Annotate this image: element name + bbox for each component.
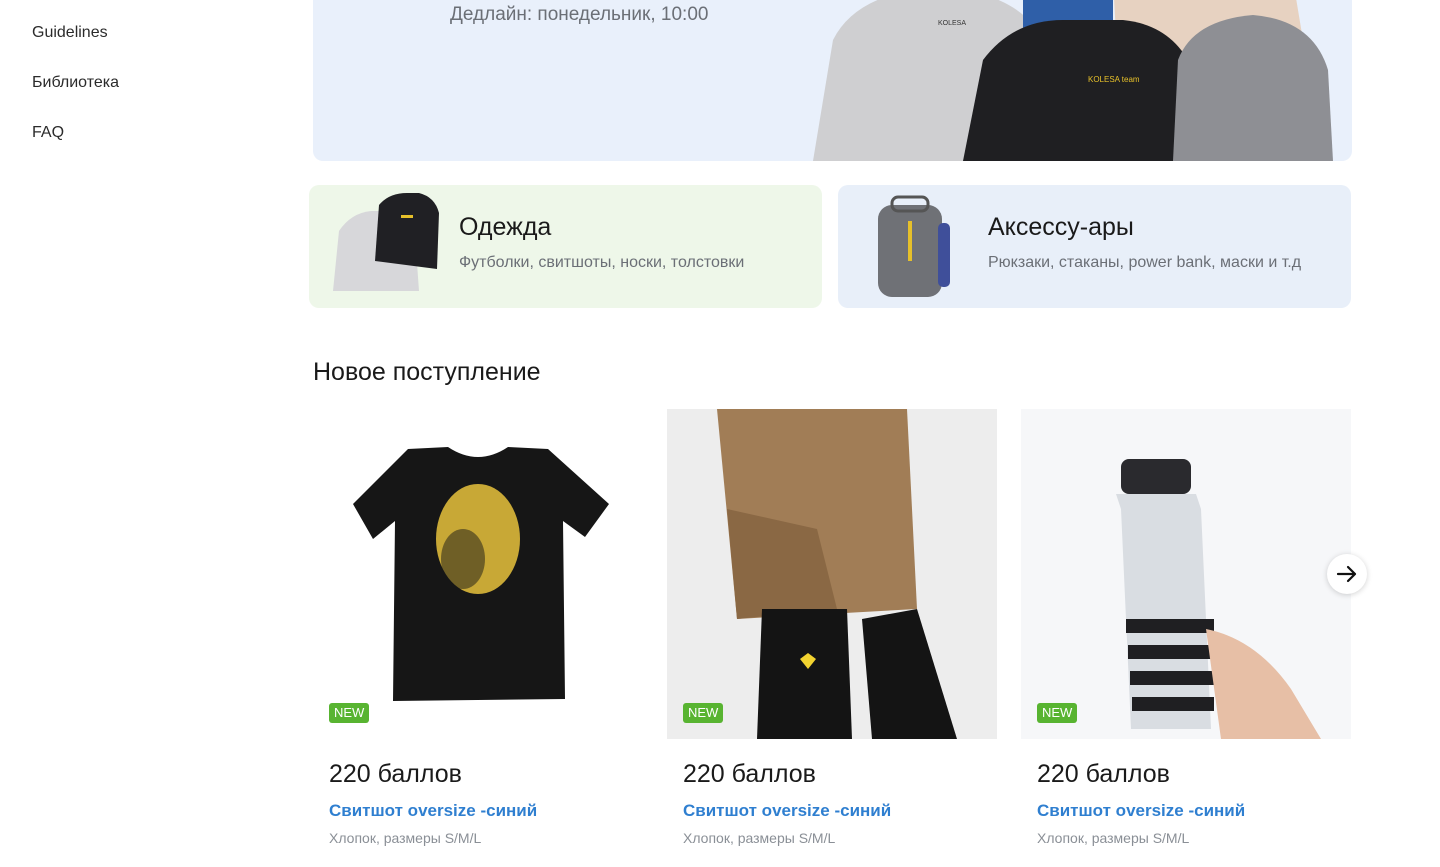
- product-card[interactable]: NEW 220 баллов Свитшот oversize -синий Х…: [1021, 409, 1351, 846]
- product-card[interactable]: NEW 220 баллов Свитшот oversize -синий Х…: [313, 409, 643, 846]
- product-image-tshirt: NEW: [313, 409, 643, 739]
- product-price: 220 баллов: [1037, 760, 1170, 788]
- section-title: Новое поступление: [313, 358, 541, 386]
- product-description: Хлопок, размеры S/M/L: [329, 830, 482, 846]
- product-name-link[interactable]: Свитшот oversize -синий: [1037, 801, 1245, 821]
- product-price: 220 баллов: [683, 760, 816, 788]
- sidebar-item-library[interactable]: Библиотека: [32, 74, 119, 92]
- sidebar-item-guidelines[interactable]: Guidelines: [32, 24, 108, 42]
- category-card-accessories[interactable]: Аксессу-ары Рюкзаки, стаканы, power bank…: [838, 185, 1351, 308]
- category-subtitle: Футболки, свитшоты, носки, толстовки: [459, 254, 745, 271]
- clothes-image: [333, 193, 439, 291]
- category-title: Одежда: [459, 213, 552, 241]
- product-price: 220 баллов: [329, 760, 462, 788]
- logo-text: KOLESA team: [1088, 75, 1140, 84]
- merch-collage-image: KOLESA team KOLESA: [813, 0, 1333, 161]
- sidebar-item-faq[interactable]: FAQ: [32, 124, 64, 142]
- product-card[interactable]: NEW 220 баллов Свитшот oversize -синий Х…: [667, 409, 997, 846]
- promo-banner[interactable]: Дедлайн: понедельник, 10:00 KOLESA team …: [313, 0, 1352, 161]
- product-name-link[interactable]: Свитшот oversize -синий: [683, 801, 891, 821]
- product-name-link[interactable]: Свитшот oversize -синий: [329, 801, 537, 821]
- product-image-socks: NEW: [667, 409, 997, 739]
- product-description: Хлопок, размеры S/M/L: [683, 830, 836, 846]
- category-title: Аксессу-ары: [988, 213, 1134, 241]
- new-badge: NEW: [683, 703, 724, 723]
- deadline-text: Дедлайн: понедельник, 10:00: [450, 4, 709, 25]
- product-description: Хлопок, размеры S/M/L: [1037, 830, 1190, 846]
- category-subtitle: Рюкзаки, стаканы, power bank, маски и т.…: [988, 254, 1302, 271]
- product-image-bottle: NEW: [1021, 409, 1351, 739]
- arrow-right-icon: [1336, 565, 1357, 583]
- new-badge: NEW: [329, 703, 370, 723]
- new-badge: NEW: [1037, 703, 1078, 723]
- svg-text:KOLESA: KOLESA: [938, 20, 966, 27]
- carousel-next-button[interactable]: [1327, 554, 1367, 594]
- category-card-clothes[interactable]: Одежда Футболки, свитшоты, носки, толсто…: [309, 185, 822, 308]
- backpack-image: [878, 195, 950, 297]
